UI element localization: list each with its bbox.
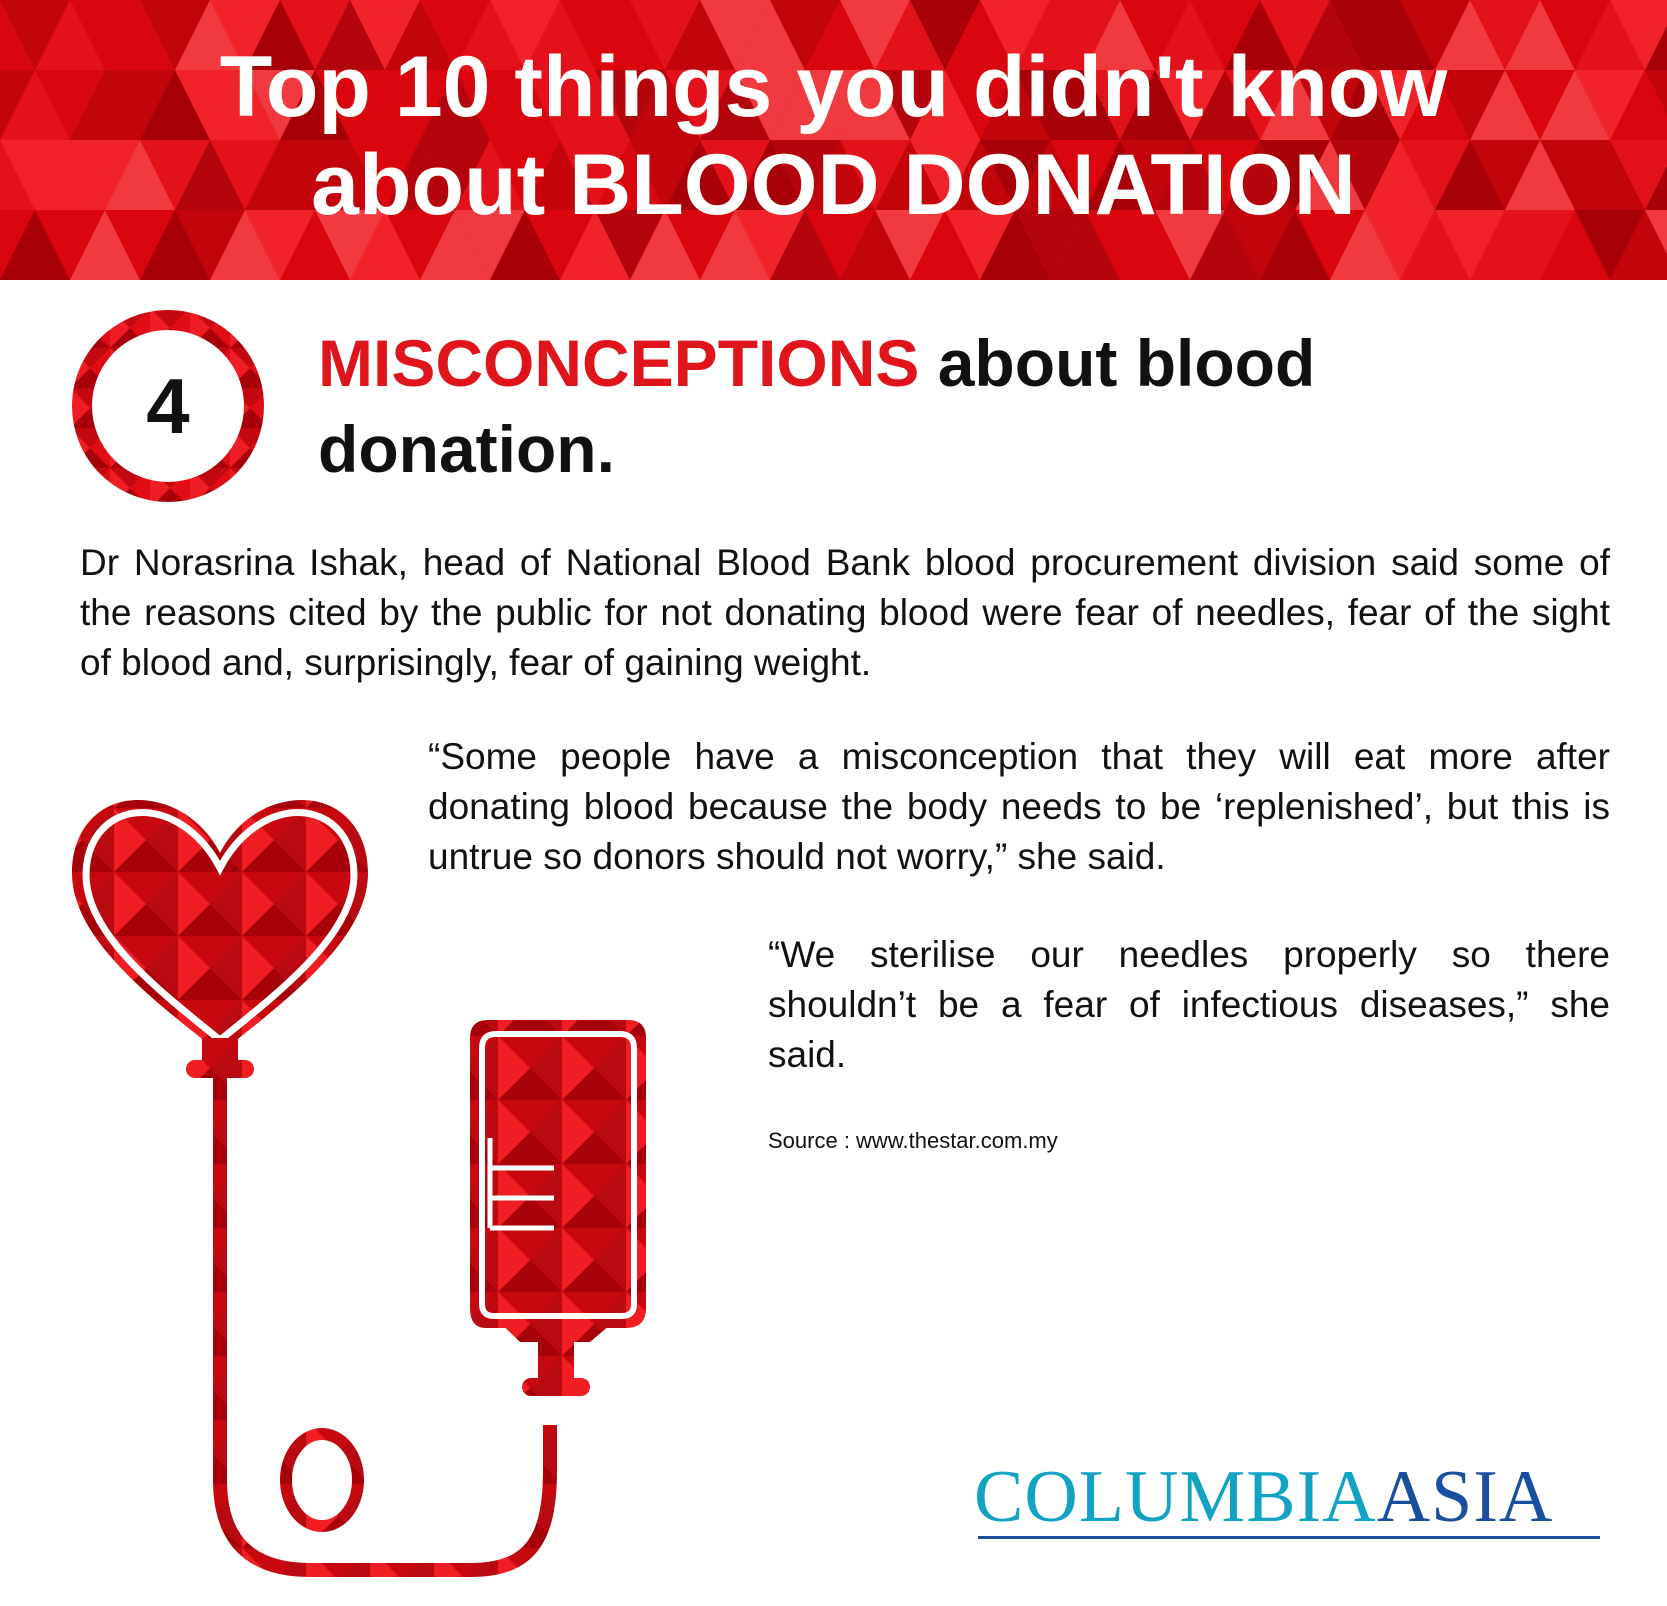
logo-part-columbia: COLUMBIA bbox=[974, 1456, 1377, 1538]
number-badge: 4 bbox=[70, 308, 266, 504]
title-line-2: about BLOOD DONATION bbox=[311, 137, 1356, 233]
columbia-asia-logo: COLUMBIAASIA bbox=[974, 1452, 1600, 1542]
quote-needles: “We sterilise our needles properly so th… bbox=[768, 934, 1610, 1075]
page-title: Top 10 things you didn't know about BLOO… bbox=[0, 38, 1667, 234]
source-credit: Source : www.thestar.com.my bbox=[768, 1128, 1058, 1153]
intro-paragraph: Dr Norasrina Ishak, head of National Blo… bbox=[80, 542, 1610, 683]
heading-accent: MISCONCEPTIONS bbox=[318, 326, 920, 400]
title-line-1: Top 10 things you didn't know bbox=[219, 39, 1448, 135]
logo-wordmark: COLUMBIAASIA bbox=[974, 1452, 1553, 1542]
section-number: 4 bbox=[146, 362, 190, 450]
logo-part-asia: ASIA bbox=[1376, 1456, 1554, 1538]
logo-underline bbox=[978, 1536, 1600, 1539]
heart-blood-bag-icon bbox=[72, 799, 646, 1577]
header-banner: Top 10 things you didn't know about BLOO… bbox=[0, 0, 1667, 280]
section-heading: MISCONCEPTIONS about blood donation. bbox=[318, 320, 1568, 492]
